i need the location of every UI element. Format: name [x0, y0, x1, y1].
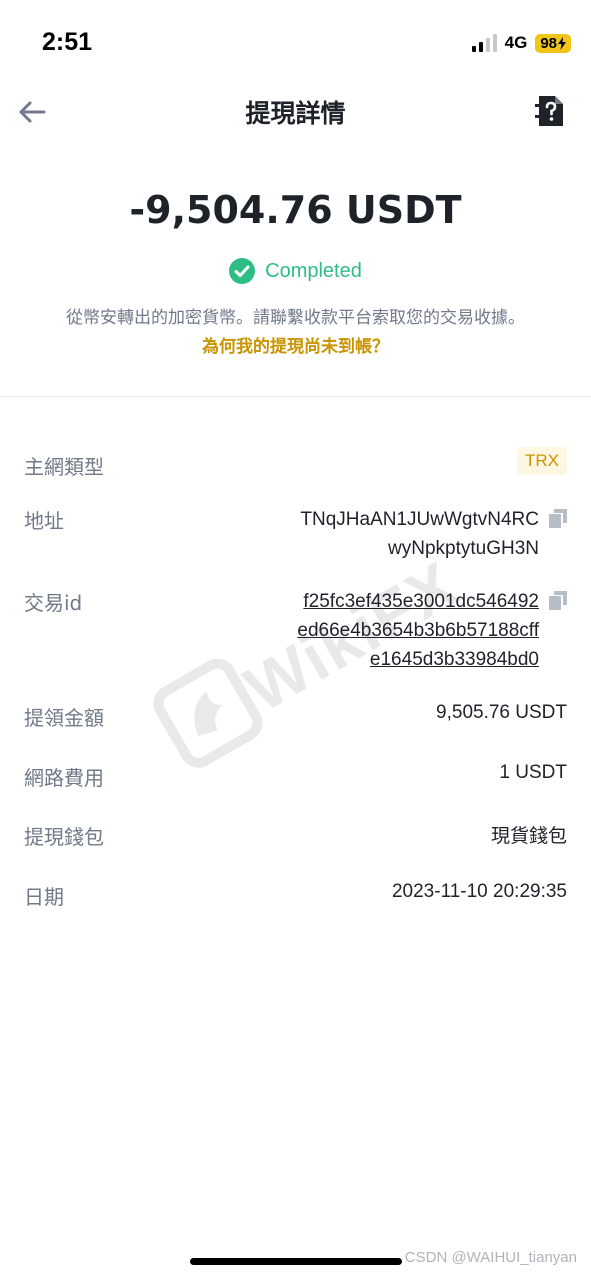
txid-line[interactable]: ed66e4b3654b3b6b57188cff — [297, 616, 539, 645]
txid-value: f25fc3ef435e3001dc546492 ed66e4b3654b3b6… — [297, 587, 567, 674]
status-badge: Completed — [265, 259, 362, 282]
date-label: 日期 — [24, 885, 64, 909]
home-indicator[interactable] — [190, 1258, 402, 1265]
amount-label: 提領金額 — [24, 706, 104, 730]
nav-bar: 提現詳情 — [0, 86, 591, 140]
status-indicators: 4G 98 — [471, 33, 571, 53]
battery-indicator: 98 — [535, 33, 571, 53]
check-circle-icon — [229, 258, 256, 284]
address-label: 地址 — [24, 509, 64, 533]
network-type: 4G — [504, 33, 528, 52]
charging-icon — [558, 36, 566, 50]
status-row: Completed — [0, 258, 591, 284]
fee-value: 1 USDT — [499, 762, 567, 783]
txid-link[interactable]: f25fc3ef435e3001dc546492 ed66e4b3654b3b6… — [297, 587, 539, 674]
wallet-value: 現貨錢包 — [490, 826, 567, 847]
source-credit: CSDN @WAIHUI_tianyan — [404, 1249, 577, 1266]
withdrawal-amount: -9,504.76 USDT — [129, 188, 462, 232]
page-title: 提現詳情 — [245, 99, 346, 128]
txid-line[interactable]: e1645d3b33984bd0 — [297, 645, 539, 674]
signal-icon — [471, 34, 497, 52]
address-text: TNqJHaAN1JUwWgtvN4RC wyNpkptytuGH3N — [300, 505, 539, 563]
copy-icon[interactable] — [549, 509, 567, 529]
copy-icon[interactable] — [549, 591, 567, 611]
network-type-chip: TRX — [517, 447, 567, 475]
transfer-notice: 從幣安轉出的加密貨幣。請聯繫收款平台索取您的交易收據。 — [66, 308, 525, 328]
why-not-arrived-link[interactable]: 為何我的提現尚未到帳？ — [0, 332, 591, 357]
network-type-label: 主網類型 — [24, 455, 104, 479]
address-line: wyNpkptytuGH3N — [388, 538, 539, 559]
wallet-label: 提現錢包 — [24, 825, 104, 849]
fee-label: 網路費用 — [24, 766, 104, 790]
help-document-icon[interactable] — [535, 96, 563, 126]
address-value: TNqJHaAN1JUwWgtvN4RC wyNpkptytuGH3N — [300, 505, 567, 563]
date-value: 2023-11-10 20:29:35 — [391, 881, 567, 902]
status-bar: 2:51 4G 98 — [0, 0, 591, 80]
watermark-logo — [153, 658, 263, 768]
divider — [0, 396, 591, 397]
address-line: TNqJHaAN1JUwWgtvN4RC — [300, 509, 539, 530]
amount-value: 9,505.76 USDT — [436, 702, 567, 723]
txid-label: 交易id — [24, 591, 83, 615]
battery-level: 98 — [540, 34, 557, 52]
status-time: 2:51 — [42, 28, 93, 56]
txid-line[interactable]: f25fc3ef435e3001dc546492 — [297, 587, 539, 616]
